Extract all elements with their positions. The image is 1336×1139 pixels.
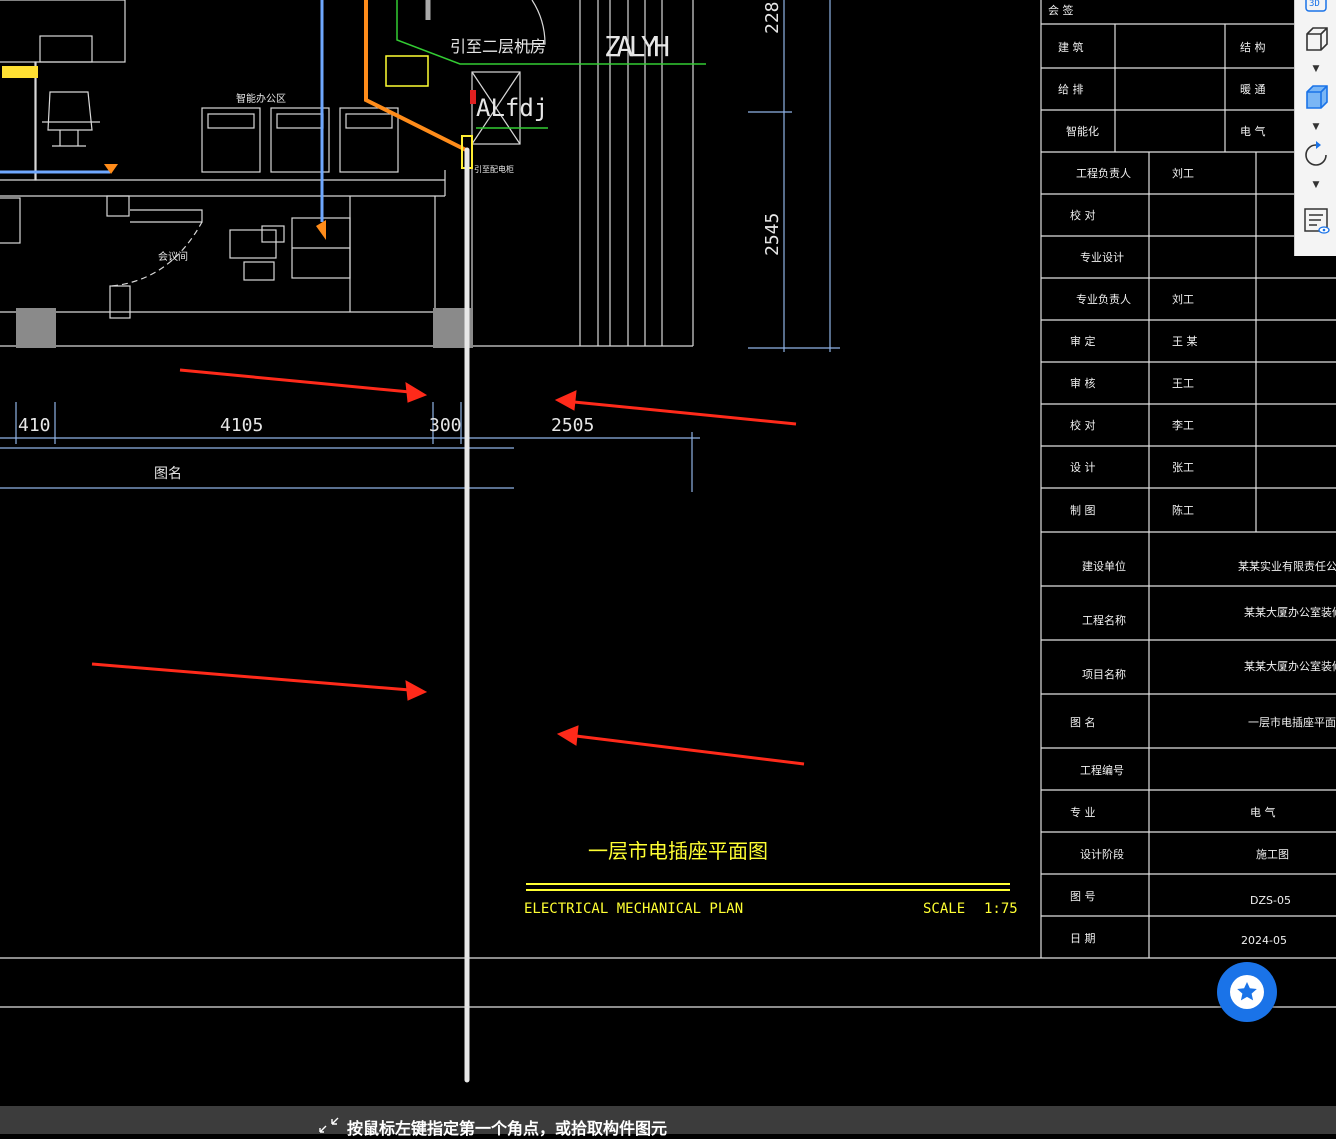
tb-v-19: 施工图 <box>1256 848 1289 861</box>
window-select-icon <box>318 1116 340 1134</box>
tb-k-4: 工程负责人 <box>1076 166 1131 180</box>
cube-solid-dropdown[interactable]: ▼ <box>1310 122 1322 132</box>
tb-v-11: 张工 <box>1172 461 1194 474</box>
properties-view-icon[interactable] <box>1299 204 1333 238</box>
tb-v-14: 某某大厦办公室装修工程 <box>1244 605 1336 619</box>
tb-k-11: 设 计 <box>1070 461 1096 474</box>
dim-2545: 2545 <box>762 213 783 256</box>
favorite-button[interactable] <box>1217 962 1277 1022</box>
star-icon <box>1230 975 1264 1009</box>
tb-v-18: 电 气 <box>1250 805 1276 819</box>
tb-k-14: 工程名称 <box>1082 613 1126 627</box>
tb-v-7: 刘工 <box>1172 293 1194 306</box>
svg-text:3D: 3D <box>1309 0 1320 9</box>
dim-2505: 2505 <box>551 415 594 436</box>
tb-k-1: 建 筑 <box>1058 40 1084 54</box>
tb-v-9: 王工 <box>1172 377 1194 390</box>
tb-k-20: 图 号 <box>1070 890 1096 903</box>
tb-k-9: 审 核 <box>1070 376 1096 390</box>
tb-k-5: 校 对 <box>1070 208 1096 222</box>
view-toolbar: 3D ▼ ▼ ▼ <box>1294 0 1336 256</box>
tb-k-15: 项目名称 <box>1082 667 1126 681</box>
tb-k2-1: 结 构 <box>1240 40 1266 54</box>
dimension-lines <box>0 0 840 492</box>
tb-k-10: 校 对 <box>1070 418 1096 432</box>
tb-v-20: DZS-05 <box>1250 894 1291 907</box>
tb-k-17: 工程编号 <box>1080 763 1124 777</box>
label-to-machine-room: 引至二层机房 <box>450 37 546 56</box>
status-prompt: 按鼠标左键指定第一个角点，或拾取构件图元 <box>347 1119 668 1138</box>
cad-drawing-canvas[interactable]: 引至二层机房 ZALYH ALfdj 智能办公区 会议间 引至配电柜 410 4… <box>0 0 1336 1106</box>
tb-k-7: 专业负责人 <box>1076 292 1131 306</box>
dim-228: 228 <box>762 1 783 34</box>
tb-k-16: 图 名 <box>1070 715 1096 729</box>
cube-outline-dropdown[interactable]: ▼ <box>1310 64 1322 74</box>
plan-title: 一层市电插座平面图 <box>588 839 768 863</box>
tb-k-0: 会 签 <box>1048 3 1074 17</box>
tb-k-21: 日 期 <box>1070 932 1096 945</box>
tb-k-12: 制 图 <box>1070 504 1096 517</box>
plan-subtitle: ELECTRICAL MECHANICAL PLAN <box>524 901 743 917</box>
tb-k-2: 给 排 <box>1058 82 1084 96</box>
tb-k-8: 审 定 <box>1070 334 1096 348</box>
dim-4105: 4105 <box>220 415 263 436</box>
tb-v-4: 刘工 <box>1172 167 1194 180</box>
tb-k-6: 专业设计 <box>1080 250 1124 264</box>
label-alfdj: ALfdj <box>476 94 548 122</box>
drawing-svg: 引至二层机房 ZALYH ALfdj 智能办公区 会议间 引至配电柜 410 4… <box>0 0 1336 1083</box>
tb-k-3: 智能化 <box>1066 124 1099 138</box>
tb-k2-2: 暖 通 <box>1240 83 1266 96</box>
tb-v-10: 李工 <box>1172 418 1194 432</box>
label-small: 引至配电柜 <box>474 164 514 174</box>
tb-k-19: 设计阶段 <box>1080 847 1124 861</box>
title-block-text: 会 签 建 筑 结 构 给 排 暖 通 智能化 电 气 工程负责人 刘工 校 对… <box>1048 3 1336 947</box>
dim-410: 410 <box>18 415 51 436</box>
label-intelligent-office: 智能办公区 <box>236 92 286 105</box>
tb-k-18: 专 业 <box>1070 805 1096 819</box>
tb-k-13: 建设单位 <box>1082 559 1126 573</box>
tb-v-8: 王 某 <box>1172 335 1198 348</box>
3d-view-icon[interactable]: 3D <box>1299 0 1333 20</box>
cube-solid-icon[interactable] <box>1299 80 1333 114</box>
rotate-dropdown[interactable]: ▼ <box>1310 180 1322 190</box>
status-bar: 按鼠标左键指定第一个角点，或拾取构件图元 <box>0 1106 1336 1138</box>
figure-name-label: 图名 <box>154 466 182 482</box>
tb-v-13: 某某实业有限责任公司 <box>1238 559 1336 573</box>
rotate-icon[interactable] <box>1299 138 1333 172</box>
tb-v-16: 一层市电插座平面图 <box>1248 715 1336 729</box>
tb-v-12: 陈工 <box>1172 503 1194 517</box>
dim-300: 300 <box>429 415 462 436</box>
tb-v-21: 2024-05 <box>1241 934 1287 947</box>
label-meeting-room: 会议间 <box>158 250 188 263</box>
tb-k2-3: 电 气 <box>1240 124 1266 138</box>
cube-outline-icon[interactable] <box>1299 22 1333 56</box>
scale-label: SCALE <box>923 901 965 917</box>
column-left <box>16 308 56 348</box>
tb-v-15: 某某大厦办公室装修工程 <box>1244 659 1336 673</box>
scale-value: 1:75 <box>984 901 1018 917</box>
cable-routing <box>0 0 706 240</box>
label-zalyh: ZALYH <box>604 30 670 63</box>
